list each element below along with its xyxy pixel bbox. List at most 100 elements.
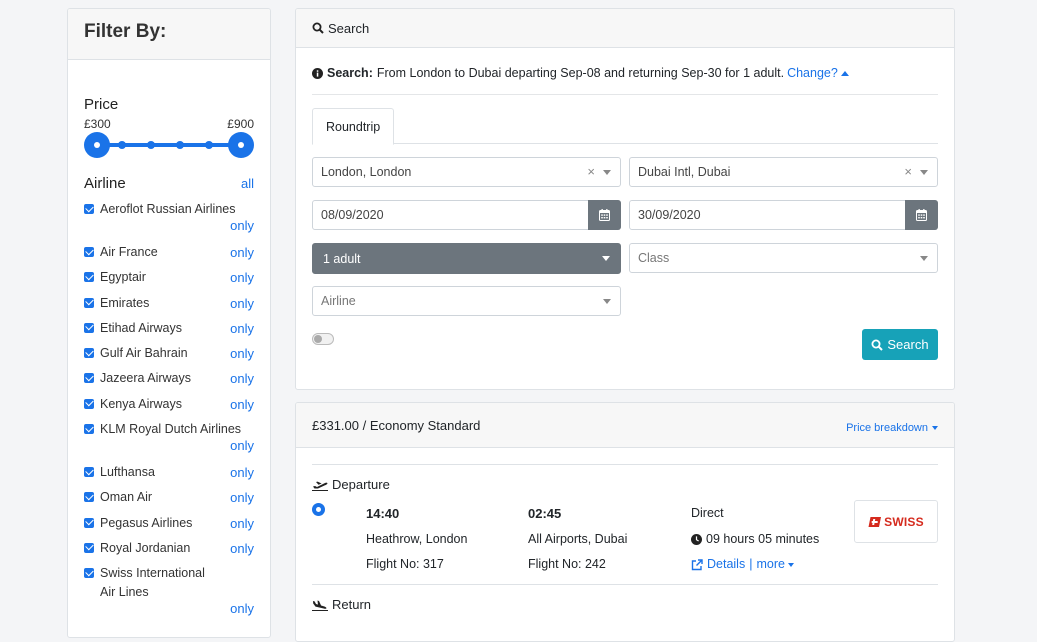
airline-checkbox[interactable] (84, 373, 94, 384)
flight-result-card: £331.00 / Economy Standard Price breakdo… (295, 402, 955, 642)
slider-tick (176, 141, 184, 149)
airline-checkbox[interactable] (84, 348, 94, 359)
search-summary-text: From London to Dubai departing Sep-08 an… (376, 66, 785, 80)
filter-sidebar: Filter By: Price £300 £900 Airline all A… (67, 8, 271, 638)
details-links: Details | more (691, 552, 819, 578)
chevron-down-icon (603, 170, 611, 175)
search-panel: Search Search: From London to Dubai depa… (295, 8, 955, 390)
only-link[interactable]: only (230, 270, 254, 285)
class-select[interactable]: Class (629, 243, 938, 273)
arrive-time: 02:45 (528, 506, 562, 521)
list-item: Pegasus Airlines only (84, 511, 254, 536)
airline-checkbox[interactable] (84, 467, 94, 478)
airline-checkbox[interactable] (84, 568, 94, 579)
origin-value: London, London (321, 165, 412, 179)
only-link[interactable]: only (84, 438, 254, 453)
list-item: Aeroflot Russian Airlines only (84, 200, 254, 233)
airline-checkbox[interactable] (84, 297, 94, 308)
only-link[interactable]: only (230, 490, 254, 505)
return-calendar-button[interactable] (905, 200, 938, 230)
depart-flight-number: Flight No: 317 (366, 557, 444, 571)
chevron-down-icon (932, 426, 938, 430)
slider-tick (205, 141, 213, 149)
trip-type-tabs: Roundtrip (312, 108, 938, 145)
only-link[interactable]: only (230, 541, 254, 556)
price-min-value: £300 (84, 117, 111, 131)
change-search-link[interactable]: Change? (787, 66, 850, 80)
only-link[interactable]: only (230, 465, 254, 480)
only-link[interactable]: only (84, 601, 254, 616)
clear-icon[interactable]: × (904, 164, 912, 179)
only-link[interactable]: only (230, 516, 254, 531)
search-summary: Search: From London to Dubai departing S… (312, 66, 938, 95)
airline-checkbox[interactable] (84, 247, 94, 257)
result-header: £331.00 / Economy Standard Price breakdo… (296, 403, 954, 448)
list-item: Lufthansa only (84, 460, 254, 485)
airline-checkbox[interactable] (84, 542, 94, 553)
price-filter-title: Price (84, 96, 119, 113)
swiss-cross-icon (868, 516, 882, 527)
departure-destination: 02:45 All Airports, Dubai Flight No: 242 (528, 501, 627, 578)
calendar-icon (916, 209, 927, 221)
only-link[interactable]: only (230, 321, 254, 336)
depart-airport: Heathrow, London (366, 531, 468, 546)
departure-leg: 14:40 Heathrow, London Flight No: 317 02… (312, 492, 938, 584)
chevron-down-icon (920, 256, 928, 261)
only-link[interactable]: only (230, 245, 254, 260)
departure-leg-title: Departure (312, 477, 938, 492)
chevron-down-icon (920, 170, 928, 175)
only-link[interactable]: only (230, 371, 254, 386)
tab-roundtrip[interactable]: Roundtrip (312, 108, 395, 145)
details-link[interactable]: Details (707, 552, 745, 578)
airline-checkbox[interactable] (84, 424, 94, 435)
depart-date-input[interactable]: 08/09/2020 (312, 200, 621, 230)
depart-date-value: 08/09/2020 (321, 208, 384, 222)
only-link[interactable]: only (84, 218, 254, 233)
only-link[interactable]: only (230, 346, 254, 361)
destination-select[interactable]: Dubai Intl, Dubai × (629, 157, 938, 187)
select-all-airlines-link[interactable]: all (241, 176, 254, 191)
airline-checkbox[interactable] (84, 492, 94, 503)
plane-arrival-icon (312, 600, 328, 611)
more-dropdown[interactable]: more (756, 552, 794, 578)
airline-name: Swiss International Air Lines (100, 566, 205, 600)
list-item: Swiss International Air Lines only (84, 561, 254, 616)
divider (312, 464, 938, 465)
airline-checkbox[interactable] (84, 517, 94, 528)
plane-departure-icon (312, 481, 328, 491)
airline-checkbox[interactable] (84, 272, 94, 283)
slider-max-handle[interactable] (228, 132, 254, 158)
chevron-down-icon (787, 562, 794, 567)
clear-icon[interactable]: × (587, 164, 595, 179)
airline-checkbox[interactable] (84, 204, 94, 214)
airline-logo: SWISS (854, 500, 938, 543)
origin-select[interactable]: London, London × (312, 157, 621, 187)
price-range-slider[interactable] (84, 132, 254, 158)
list-item: Emirates only (84, 291, 254, 316)
airline-select[interactable]: Airline (312, 286, 621, 316)
search-button[interactable]: Search (862, 329, 938, 360)
depart-calendar-button[interactable] (588, 200, 621, 230)
slider-min-handle[interactable] (84, 132, 110, 158)
link-separator: | (749, 557, 753, 571)
arrive-flight-number: Flight No: 242 (528, 557, 606, 571)
arrive-airport: All Airports, Dubai (528, 531, 628, 546)
return-date-input[interactable]: 30/09/2020 (629, 200, 938, 230)
return-leg-title: Return (312, 597, 938, 612)
airline-checkbox[interactable] (84, 322, 94, 333)
list-item: Etihad Airways only (84, 316, 254, 341)
list-item: Royal Jordanian only (84, 536, 254, 561)
airline-list: Aeroflot Russian Airlines only Air Franc… (84, 200, 254, 616)
only-link[interactable]: only (230, 296, 254, 311)
list-item: Oman Air only (84, 485, 254, 510)
price-breakdown-dropdown[interactable]: Price breakdown (846, 422, 938, 434)
passengers-dropdown[interactable]: 1 adult (312, 243, 621, 274)
list-item: Jazeera Airways only (84, 366, 254, 391)
departure-radio[interactable] (312, 503, 325, 516)
options-toggle[interactable] (312, 333, 334, 345)
airline-checkbox[interactable] (84, 398, 94, 409)
price-max-value: £900 (227, 117, 254, 131)
only-link[interactable]: only (230, 397, 254, 412)
class-placeholder: Class (638, 251, 670, 265)
divider (312, 584, 938, 585)
